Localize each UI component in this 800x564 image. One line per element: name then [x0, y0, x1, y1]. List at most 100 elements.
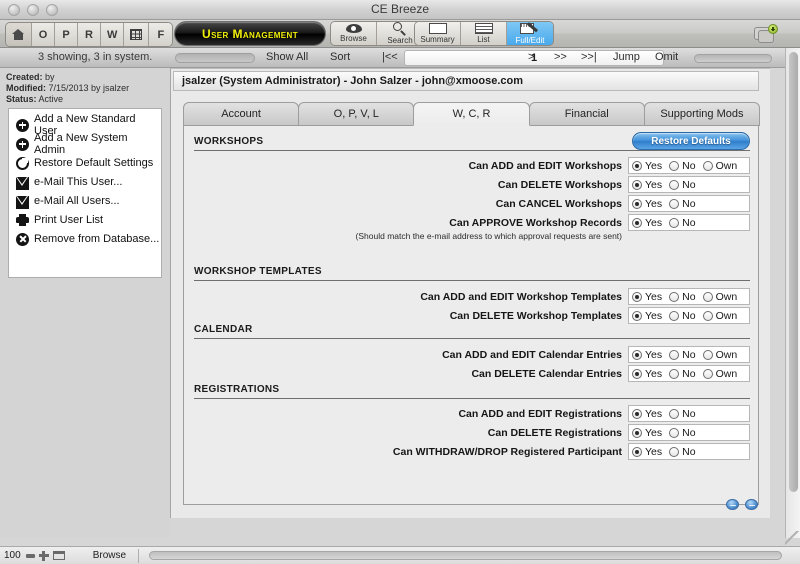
radio-option-no[interactable]: No	[669, 291, 696, 303]
perm-field[interactable]: Yes No Own	[628, 157, 750, 174]
action-add-standard-user[interactable]: Add a New Standard User	[9, 113, 161, 137]
radio-option-no[interactable]: No	[669, 198, 696, 210]
perm-field[interactable]: Yes No Own	[628, 365, 750, 382]
radio-dot	[702, 160, 713, 171]
horizontal-scrollbar[interactable]	[149, 551, 782, 560]
list-view-button[interactable]: List	[461, 22, 507, 45]
radio-option-yes[interactable]: Yes	[632, 160, 662, 172]
first-record-button[interactable]: |<<	[382, 51, 398, 63]
mode-button-group[interactable]: Browse Search	[330, 21, 424, 46]
perm-field[interactable]: Yes No	[628, 424, 750, 441]
radio-option-yes[interactable]: Yes	[632, 310, 662, 322]
toggle-window-icon[interactable]	[52, 551, 65, 560]
restore-defaults-button[interactable]: Restore Defaults	[632, 132, 750, 150]
tab-financial[interactable]: Financial	[528, 102, 645, 126]
scrollbar-thumb[interactable]	[789, 52, 798, 492]
radio-option-own[interactable]: Own	[702, 159, 738, 172]
radio-option-own[interactable]: Own	[702, 291, 737, 303]
action-print-user-list[interactable]: Print User List	[9, 212, 161, 228]
radio-option-no[interactable]: No	[669, 217, 696, 229]
action-email-this-user[interactable]: e-Mail This User...	[9, 174, 161, 190]
radio-option-no[interactable]: No	[669, 427, 696, 439]
section-title-workshops: WORKSHOPS	[194, 136, 264, 147]
radio-option-own[interactable]: Own	[702, 368, 737, 380]
action-add-system-admin[interactable]: Add a New System Admin	[9, 132, 161, 156]
radio-option-yes[interactable]: Yes	[632, 446, 662, 458]
collapse-button[interactable]	[726, 499, 739, 510]
full-edit-view-button[interactable]: Full/Edit	[507, 22, 553, 45]
radio-dot	[632, 349, 642, 360]
zoom-controls[interactable]	[25, 550, 65, 561]
nav-button-r[interactable]: R	[78, 23, 101, 46]
radio-dot	[632, 368, 642, 379]
nav-button-home[interactable]	[6, 23, 32, 46]
perm-field[interactable]: Yes No Own	[628, 346, 750, 363]
window-title: CE Breeze	[370, 2, 430, 16]
perm-row-approve-workshop-records: Can APPROVE Workshop Records Yes No	[188, 214, 750, 231]
radio-option-yes[interactable]: Yes	[632, 291, 662, 303]
nav-button-f[interactable]: F	[149, 23, 173, 46]
radio-option-no[interactable]: No	[669, 310, 696, 322]
tab-supporting-mods[interactable]: Supporting Mods	[643, 102, 761, 126]
radio-option-no[interactable]: No	[669, 446, 696, 458]
browse-mode-button[interactable]: Browse	[331, 22, 377, 45]
perm-field[interactable]: Yes No	[628, 214, 750, 231]
jump-button[interactable]: Jump	[613, 51, 640, 63]
envelope-icon	[16, 176, 29, 190]
nav-button-o[interactable]: O	[32, 23, 55, 46]
radio-label: Yes	[645, 445, 663, 458]
status-divider	[138, 548, 140, 563]
radio-option-own[interactable]: Own	[702, 310, 737, 322]
zoom-out-icon[interactable]	[25, 553, 35, 558]
view-button-group[interactable]: Summary List Full/Edit	[414, 21, 554, 46]
radio-option-yes[interactable]: Yes	[632, 349, 662, 361]
section-title-registrations: REGISTRATIONS	[194, 384, 280, 395]
show-all-button[interactable]: Show All	[266, 51, 308, 63]
nav-slider[interactable]	[694, 54, 772, 63]
nav-button-grid[interactable]	[124, 23, 150, 46]
radio-option-no[interactable]: No	[669, 160, 696, 172]
radio-label: Own	[715, 159, 738, 172]
panel-corner-buttons[interactable]	[726, 499, 758, 510]
nav-button-p[interactable]: P	[55, 23, 78, 46]
sort-button[interactable]: Sort	[330, 51, 350, 63]
radio-option-own[interactable]: Own	[702, 349, 737, 361]
radio-option-yes[interactable]: Yes	[632, 408, 662, 420]
radio-option-yes[interactable]: Yes	[632, 427, 662, 439]
module-nav-group[interactable]: O P R W F	[5, 22, 174, 47]
perm-field[interactable]: Yes No	[628, 443, 750, 460]
next-set-button[interactable]: >>	[554, 51, 567, 63]
radio-option-yes[interactable]: Yes	[632, 217, 662, 229]
zoom-in-icon[interactable]	[38, 550, 49, 561]
tab-wcr[interactable]: W, C, R	[413, 102, 530, 126]
radio-option-yes[interactable]: Yes	[632, 368, 662, 380]
next-record-button[interactable]: >	[528, 51, 534, 63]
radio-option-no[interactable]: No	[669, 349, 696, 361]
perm-field[interactable]: Yes No Own	[628, 307, 750, 324]
radio-option-no[interactable]: No	[669, 179, 696, 191]
action-remove-from-database[interactable]: Remove from Database...	[9, 231, 161, 247]
action-restore-default-settings[interactable]: Restore Default Settings	[9, 155, 161, 171]
tab-opvl[interactable]: O, P, V, L	[298, 102, 415, 126]
omit-button[interactable]: Omit	[655, 51, 678, 63]
nav-button-w[interactable]: W	[101, 23, 125, 46]
vertical-scrollbar[interactable]	[785, 48, 800, 538]
new-window-icon[interactable]	[754, 23, 780, 44]
summary-view-button[interactable]: Summary	[415, 22, 461, 45]
tab-account[interactable]: Account	[183, 102, 300, 126]
radio-option-yes[interactable]: Yes	[632, 179, 662, 191]
perm-field[interactable]: Yes No Own	[628, 288, 750, 305]
perm-field[interactable]: Yes No	[628, 176, 750, 193]
zoom-level[interactable]: 100	[4, 550, 21, 561]
perm-field[interactable]: Yes No	[628, 195, 750, 212]
action-email-all-users[interactable]: e-Mail All Users...	[9, 193, 161, 209]
radio-option-no[interactable]: No	[669, 408, 696, 420]
house-icon	[12, 29, 25, 40]
perm-field[interactable]: Yes No	[628, 405, 750, 422]
expand-button[interactable]	[745, 499, 758, 510]
radio-option-no[interactable]: No	[669, 368, 696, 380]
resize-grip[interactable]	[785, 531, 799, 545]
tab-bar[interactable]: Account O, P, V, L W, C, R Financial Sup…	[183, 102, 761, 126]
last-record-button[interactable]: >>|	[581, 51, 597, 63]
radio-option-yes[interactable]: Yes	[632, 198, 662, 210]
